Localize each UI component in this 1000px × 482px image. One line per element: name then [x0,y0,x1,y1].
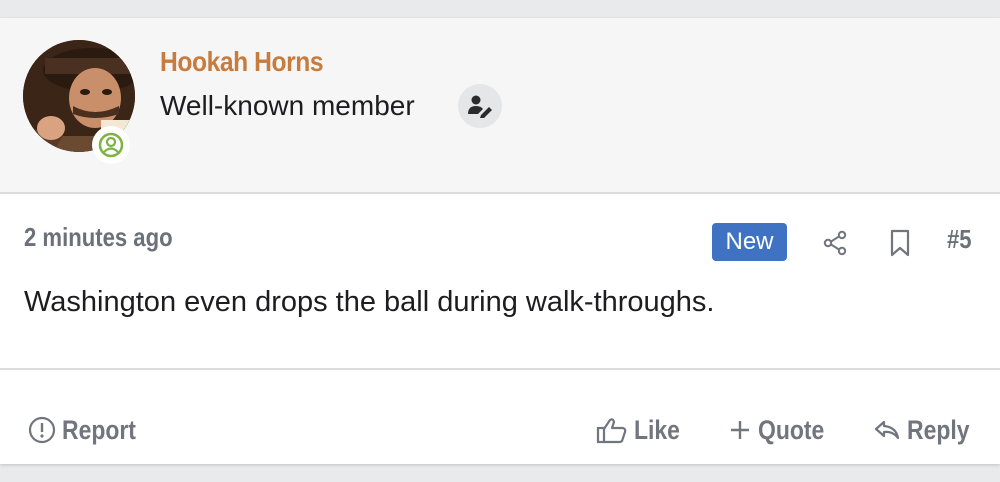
user-edit-icon [458,84,502,128]
quote-button[interactable]: Quote [728,410,836,450]
post-meta-row: 2 minutes ago New #5 [0,210,1000,270]
post-body-text: Washington even drops the ball during wa… [24,286,715,318]
like-button[interactable]: Like [596,410,688,450]
like-label: Like [634,414,680,445]
online-status-icon [92,126,130,164]
user-title: Well-known member [160,90,415,121]
report-button[interactable]: Report [28,410,149,450]
reply-arrow-icon [874,420,900,440]
bookmark-icon[interactable] [887,229,913,257]
post-divider [0,368,1000,370]
post-card: Hookah Horns Well-known member 2 minutes… [0,18,1000,464]
thumbs-up-icon [596,418,627,444]
post-number-link[interactable]: #5 [947,224,972,255]
plus-icon [731,421,749,439]
post-author-name[interactable]: Hookah Horns [160,46,324,78]
reply-label: Reply [907,414,970,445]
alert-circle-icon [28,416,56,444]
reply-button[interactable]: Reply [873,410,981,450]
report-label: Report [62,414,136,445]
quote-label: Quote [758,414,825,445]
post-actions-bar: Report Like Quote Reply [0,402,1000,458]
post-user-header: Hookah Horns Well-known member [0,18,1000,194]
share-icon[interactable] [822,230,848,256]
post-timestamp[interactable]: 2 minutes ago [24,222,173,253]
new-badge: New [712,223,787,261]
